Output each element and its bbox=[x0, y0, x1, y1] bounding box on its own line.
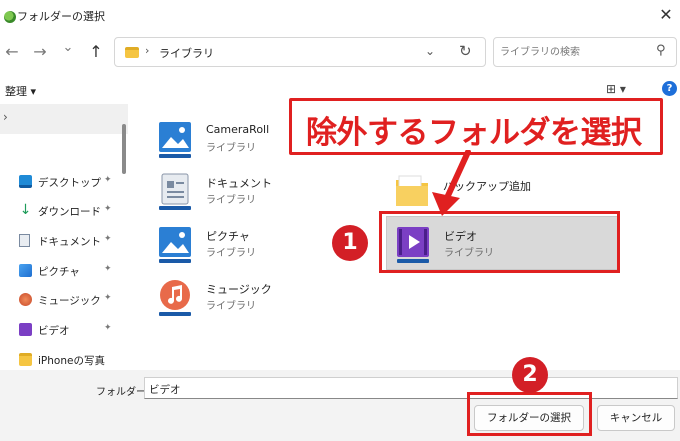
refresh-icon[interactable]: ↻ bbox=[459, 42, 472, 60]
library-name: ドキュメント bbox=[206, 177, 272, 190]
window-title: フォルダーの選択 bbox=[17, 10, 105, 23]
sidebar-item-label: ドキュメント bbox=[38, 236, 101, 248]
expand-chevron-icon[interactable]: › bbox=[3, 110, 8, 124]
library-music[interactable]: ミュージック ライブラリ bbox=[158, 278, 348, 326]
library-folder-icon bbox=[125, 47, 139, 58]
close-icon[interactable]: ✕ bbox=[655, 4, 677, 26]
cancel-button[interactable]: キャンセル bbox=[597, 405, 675, 431]
step-1-badge: 1 bbox=[332, 225, 368, 261]
pin-icon: ✦ bbox=[104, 204, 112, 214]
app-icon bbox=[4, 11, 16, 23]
download-icon: ↓ bbox=[19, 202, 32, 218]
sidebar-item-label: ダウンロード bbox=[38, 206, 101, 218]
pin-icon: ✦ bbox=[104, 293, 112, 303]
library-name: ミュージック bbox=[206, 283, 272, 296]
annotation-text: 除外するフォルダを選択 bbox=[306, 115, 642, 151]
library-type: ライブラリ bbox=[206, 301, 256, 312]
pictures-library-icon bbox=[159, 227, 191, 263]
sidebar-item-downloads[interactable]: ↓ ダウンロード ✦ bbox=[0, 199, 122, 223]
annotation-arrow-icon bbox=[432, 150, 471, 216]
picture-icon bbox=[19, 264, 32, 277]
breadcrumb-separator-icon: › bbox=[145, 44, 150, 57]
search-icon[interactable]: ⚲ bbox=[656, 43, 666, 58]
address-bar[interactable]: › ライブラリ ⌄ ↻ bbox=[114, 37, 486, 67]
sidebar-item-documents[interactable]: ドキュメント ✦ bbox=[0, 229, 122, 253]
address-dropdown-chevron-icon[interactable]: ⌄ bbox=[425, 44, 435, 58]
folder-name-value: ビデオ bbox=[149, 384, 181, 396]
desktop-icon bbox=[19, 175, 32, 188]
sidebar-item-label: デスクトップ bbox=[38, 177, 101, 189]
sidebar-item-videos[interactable]: ビデオ ✦ bbox=[0, 318, 122, 342]
annotation-highlight-select-button bbox=[467, 392, 592, 436]
organize-menu-button[interactable]: 整理 ▾ bbox=[5, 83, 36, 99]
library-type: ライブラリ bbox=[206, 143, 256, 154]
back-arrow-icon[interactable]: ← bbox=[2, 42, 22, 62]
folder-name-input[interactable]: ビデオ bbox=[144, 377, 678, 399]
library-name: ピクチャ bbox=[206, 230, 250, 243]
music-icon bbox=[19, 293, 32, 306]
library-documents[interactable]: ドキュメント ライブラリ bbox=[158, 172, 348, 220]
breadcrumb-libraries[interactable]: ライブラリ bbox=[159, 45, 214, 61]
sidebar-item-iphone-photos[interactable]: iPhoneの写真 bbox=[0, 348, 122, 372]
sidebar-item-label: ピクチャ bbox=[38, 266, 80, 278]
library-pictures[interactable]: ピクチャ ライブラリ bbox=[158, 225, 348, 273]
sidebar-item-pictures[interactable]: ピクチャ ✦ bbox=[0, 259, 122, 283]
search-input[interactable] bbox=[500, 44, 650, 60]
video-icon bbox=[19, 323, 32, 336]
library-name: CameraRoll bbox=[206, 123, 270, 136]
sidebar-item-desktop[interactable]: デスクトップ ✦ bbox=[0, 170, 122, 194]
search-box[interactable]: ⚲ bbox=[493, 37, 677, 67]
forward-arrow-icon[interactable]: → bbox=[30, 42, 50, 62]
annotation-highlight-video bbox=[379, 211, 620, 273]
camera-roll-icon bbox=[159, 122, 191, 158]
sidebar-item-label: ミュージック bbox=[38, 295, 101, 307]
folder-label: フォルダー: bbox=[96, 387, 150, 398]
pin-icon: ✦ bbox=[104, 175, 112, 185]
pin-icon: ✦ bbox=[104, 323, 112, 333]
documents-library-icon bbox=[159, 173, 191, 210]
title-bar: フォルダーの選択 ✕ bbox=[0, 0, 680, 30]
recent-locations-chevron-icon[interactable]: ⌄ bbox=[58, 38, 78, 58]
document-icon bbox=[19, 234, 30, 247]
library-type: ライブラリ bbox=[206, 248, 256, 259]
annotation-callout: 除外するフォルダを選択 bbox=[289, 98, 663, 155]
sidebar-scrollbar[interactable] bbox=[122, 124, 126, 174]
step-2-badge: 2 bbox=[512, 357, 548, 393]
library-type: ライブラリ bbox=[206, 195, 256, 206]
music-library-icon bbox=[159, 280, 191, 316]
sidebar-selected-row[interactable] bbox=[0, 104, 128, 134]
view-options-button[interactable]: ⊞ ▾ bbox=[606, 82, 626, 96]
sidebar-item-label: ビデオ bbox=[38, 325, 70, 337]
folder-icon bbox=[19, 353, 32, 366]
sidebar-item-music[interactable]: ミュージック ✦ bbox=[0, 288, 122, 312]
pin-icon: ✦ bbox=[104, 234, 112, 244]
sidebar-item-label: iPhoneの写真 bbox=[38, 355, 105, 367]
help-icon[interactable]: ? bbox=[662, 81, 677, 96]
up-arrow-icon[interactable]: ↑ bbox=[86, 42, 106, 62]
pin-icon: ✦ bbox=[104, 264, 112, 274]
